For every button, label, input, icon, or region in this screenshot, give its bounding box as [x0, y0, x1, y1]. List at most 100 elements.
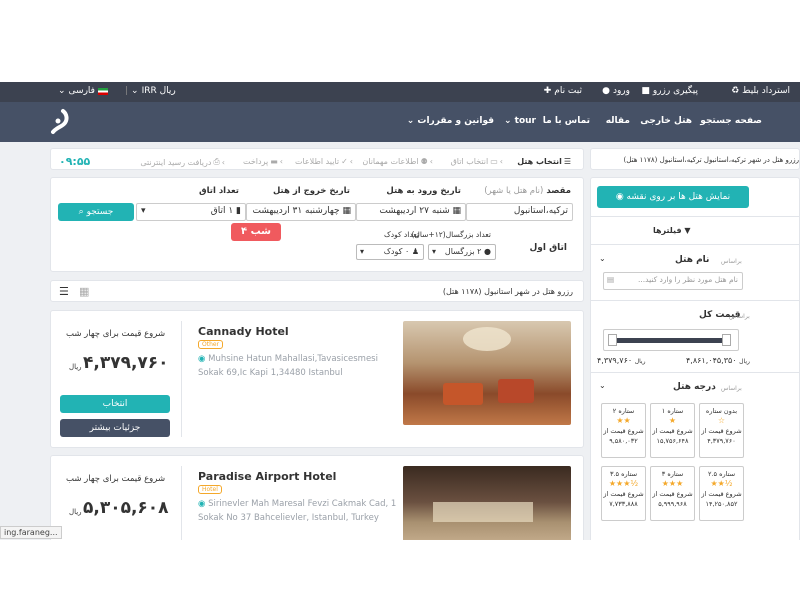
- calendar-icon: ▦: [339, 206, 351, 216]
- step-confirm-info: تایید اطلاعات ✓ ‹: [294, 157, 353, 166]
- slider-handle-max[interactable]: [722, 334, 731, 346]
- calendar-icon: ▦: [449, 206, 461, 216]
- language-select[interactable]: ⌄ فارسی: [58, 86, 108, 96]
- nav-home[interactable]: صفحه جستجو: [700, 116, 762, 126]
- hotel-details-button[interactable]: جزئیات بیشتر: [60, 419, 170, 437]
- bed-icon: ▭: [490, 157, 498, 166]
- nav-contact[interactable]: تماس با ما: [543, 116, 590, 126]
- hotel-name-search-input[interactable]: ▤ نام هتل مورد نظر را وارد کنید...: [603, 272, 743, 290]
- select-hotel-button[interactable]: انتخاب: [60, 395, 170, 413]
- caret-icon: ▾: [432, 247, 437, 256]
- price-label: شروع قیمت برای چهار شب: [66, 474, 166, 484]
- hotel-name[interactable]: Paradise Airport Hotel: [198, 470, 336, 483]
- hotel-name-filter-sub: براساس: [721, 258, 742, 265]
- chevron-down-icon[interactable]: ⌄: [599, 381, 606, 390]
- building-icon: ▤: [607, 275, 615, 284]
- filter-sidebar: ◉ نمایش هتل ها بر روی نقشه فیلترها ▼ نام…: [590, 177, 800, 540]
- price-label: شروع قیمت برای چهار شب: [66, 329, 166, 339]
- user-icon: ●: [602, 86, 610, 96]
- refresh-icon: ♻: [731, 86, 740, 96]
- filters-title: فیلترها ▼: [653, 226, 691, 235]
- chevron-down-icon[interactable]: ⌄: [599, 254, 606, 263]
- slider-handle-min[interactable]: [608, 334, 617, 346]
- login-link[interactable]: ● ورود: [602, 86, 630, 96]
- price-filter-sub: براساس: [729, 313, 750, 320]
- price-currency: ریال: [69, 363, 82, 371]
- step-select-hotel: انتخاب هتل ☰: [517, 157, 571, 166]
- list-view-icon[interactable]: ☰: [59, 285, 69, 298]
- user-plus-icon: ✚: [543, 86, 552, 96]
- nav-foreign-hotel[interactable]: هتل خارجی: [640, 116, 692, 126]
- credit-card-icon: ▬: [270, 157, 278, 166]
- step-payment: پرداخت ▬ ‹: [243, 157, 283, 166]
- list-icon: ☰: [563, 157, 571, 166]
- hotel-photo[interactable]: [403, 321, 571, 425]
- grid-view-icon[interactable]: ▦: [79, 285, 89, 298]
- price-slider[interactable]: [603, 329, 739, 351]
- main-nav: صفحه جستجو هتل خارجی مقاله تماس با ما ⌄ …: [0, 102, 800, 142]
- chevron-down-icon: ⌄: [58, 86, 66, 96]
- map-marker-icon: ◉: [615, 192, 627, 202]
- price-max: ۴,۸۶۱,۰۴۵,۳۵۰ ریال: [686, 356, 750, 365]
- hotel-name[interactable]: Cannady Hotel: [198, 325, 289, 338]
- show-map-button[interactable]: ◉ نمایش هتل ها بر روی نقشه: [597, 186, 749, 208]
- destination-input[interactable]: ترکیه،استانبول: [466, 203, 573, 221]
- hotel-card: Cannady Hotel Other ◉ Muhsine Hatun Maha…: [50, 310, 584, 448]
- star-filter-option[interactable]: ۳.۵ ستاره ★★★½ شروع قیمت از ۷,۷۳۳,۸۸۸: [601, 466, 646, 521]
- results-header: رزرو هتل در شهر استانبول (۱۱۷۸ هتل) ☰ ▦: [50, 280, 584, 302]
- destination-label: مقصد (نام هتل یا شهر): [484, 186, 571, 196]
- star-filter-sub: براساس: [721, 385, 742, 392]
- adults-select[interactable]: ● ۲ بزرگسال ▾: [428, 244, 496, 260]
- star-filter-option[interactable]: ۳ ستاره ★★★ شروع قیمت از ۵,۹۹۹,۹۶۸: [650, 466, 695, 521]
- caret-icon: ▾: [141, 206, 146, 216]
- search-icon: ⌕: [78, 207, 87, 217]
- hotel-address: ◉ Muhsine Hatun Mahallasi,Tavasicesmesi …: [198, 354, 378, 378]
- hotel-price: ۴,۳۷۹,۷۶۰: [83, 353, 169, 373]
- currency-select[interactable]: | ⌄ IRR ریال: [125, 86, 176, 96]
- chevron-down-icon: ⌄: [503, 116, 515, 126]
- search-form: مقصد (نام هتل یا شهر) ترکیه،استانبول تار…: [50, 177, 584, 272]
- star-filter-option[interactable]: ۱ ستاره ★ شروع قیمت از ۱۵,۷۵۶,۶۴۸: [650, 403, 695, 458]
- check-icon: ✓: [341, 157, 348, 166]
- children-select[interactable]: ♟ ۰ کودک ▾: [356, 244, 424, 260]
- chevron-down-icon: ⌄: [406, 116, 418, 126]
- chevron-down-icon: ⌄: [131, 86, 139, 96]
- register-link[interactable]: ✚ ثبت نام: [544, 86, 582, 96]
- nights-badge: ۴ شب: [231, 223, 281, 241]
- hotel-photo[interactable]: [403, 466, 571, 540]
- nav-rules[interactable]: ⌄ قوانین و مقررات: [407, 116, 494, 126]
- iran-flag-icon: [97, 87, 108, 95]
- hotel-type-badge: Other: [198, 340, 224, 349]
- browser-status-bar: ing.faraneg...: [0, 526, 62, 539]
- star-filter-option[interactable]: ۲.۵ ستاره ★★½ شروع قیمت از ۱۴,۲۵۰,۸۵۲: [699, 466, 744, 521]
- countdown-timer: ۰۹:۵۵: [59, 155, 91, 168]
- site-logo[interactable]: [46, 108, 74, 136]
- step-guests-info: اطلاعات مهمانان ⚉ ‹: [362, 157, 433, 166]
- checkin-input[interactable]: ▦ شنبه ۲۷ اردیبهشت: [356, 203, 466, 221]
- breadcrumb: رزرو هتل در شهر ترکیه،استانبول ترکیه،است…: [590, 148, 800, 170]
- price-currency: ریال: [69, 508, 82, 516]
- hotel-address: ◉ Sirinevler Mah Maresal Fevzi Cakmak Ca…: [198, 499, 397, 523]
- track-booking-link[interactable]: ■ پیگیری رزرو: [641, 86, 698, 96]
- nav-article[interactable]: مقاله: [606, 116, 630, 126]
- step-receipt: دریافت رسید اینترنتی ⎙ ‹: [140, 157, 225, 167]
- star-filter-title: درجه هتل: [673, 382, 716, 392]
- adults-label: تعداد بزرگسال(۱۲+سال): [411, 230, 491, 239]
- booking-steps: انتخاب هتل ☰ انتخاب اتاق ▭ ‹ اطلاعات مهمانا…: [50, 148, 584, 170]
- child-icon: ♟: [409, 247, 419, 256]
- hotel-card: Paradise Airport Hotel Hotel ◉ Sirinevle…: [50, 455, 584, 540]
- nav-tour[interactable]: ⌄ tour: [504, 116, 536, 126]
- filter-icon: ▼: [684, 226, 691, 235]
- hotel-type-badge: Hotel: [198, 485, 222, 494]
- checkout-input[interactable]: ▦ چهارشنبه ۳۱ اردیبهشت: [246, 203, 356, 221]
- star-filter-option[interactable]: بدون ستاره ☆ شروع قیمت از ۴,۳۷۹,۷۶۰: [699, 403, 744, 458]
- checkout-label: تاریخ خروج از هتل: [272, 186, 350, 196]
- star-filter-option[interactable]: ۲ ستاره ★★ شروع قیمت از ۹,۵۸۰,۰۳۲: [601, 403, 646, 458]
- caret-icon: ▾: [360, 247, 365, 256]
- rooms-select[interactable]: ▮ ۱ اتاق ▾: [136, 203, 246, 221]
- hotel-price: ۵,۳۰۵,۶۰۸: [83, 498, 169, 518]
- refund-link[interactable]: ♻ استرداد بلیط: [731, 86, 790, 96]
- briefcase-icon: ■: [641, 86, 650, 96]
- search-button[interactable]: ⌕ جستجو: [58, 203, 134, 221]
- print-icon: ⎙: [213, 157, 220, 166]
